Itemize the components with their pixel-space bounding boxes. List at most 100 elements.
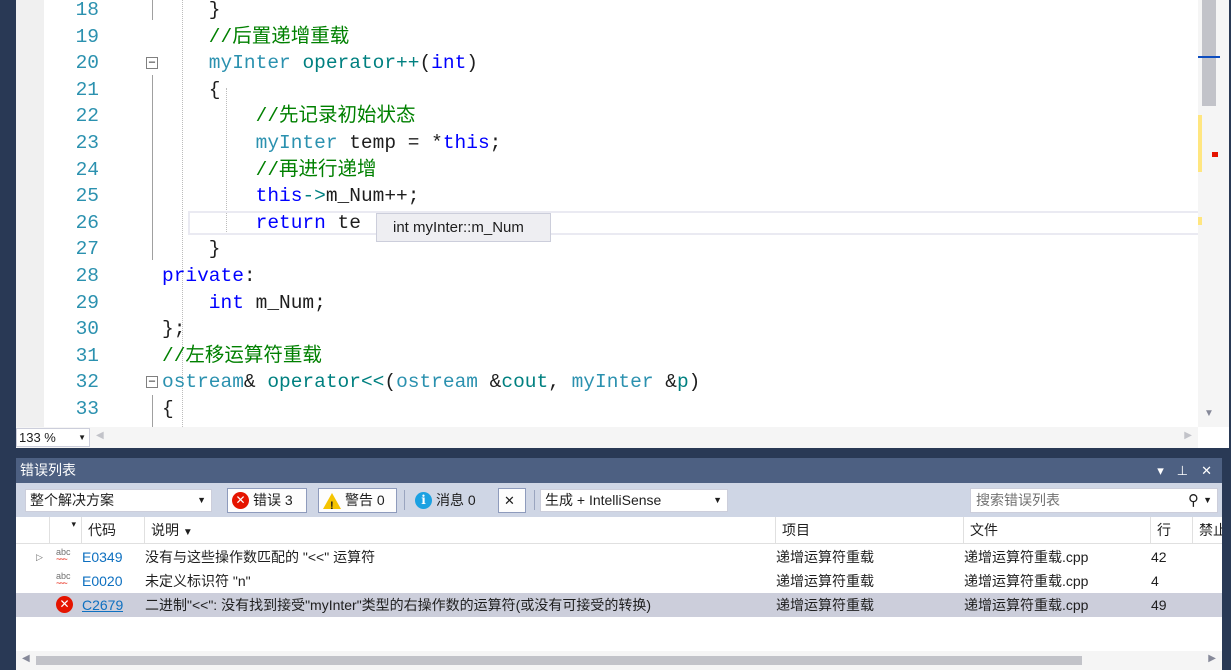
- description-header-label: 说明: [151, 522, 179, 538]
- code-line[interactable]: 26 return te: [44, 210, 1198, 237]
- code-line[interactable]: 32− ostream& operator<<(ostream &cout, my…: [44, 369, 1198, 396]
- pin-icon[interactable]: ⊥: [1177, 458, 1188, 483]
- code-editor[interactable]: 18 } 19 //后置递增重载 20− myInter operator++(in…: [16, 0, 1229, 448]
- scroll-thumb[interactable]: [36, 656, 1082, 665]
- intellisense-error-icon: abc: [56, 572, 71, 589]
- expand-icon[interactable]: ▷: [36, 545, 43, 569]
- change-marker: [1198, 115, 1202, 172]
- editor-bottom-bar: 133 % ▼ ◀ ▶: [16, 427, 1198, 448]
- code-token: myInter: [571, 371, 654, 394]
- errors-toggle-button[interactable]: ✕ 错误 3: [227, 488, 307, 513]
- code-area[interactable]: 18 } 19 //后置递增重载 20− myInter operator++(in…: [44, 0, 1198, 427]
- code-token: &: [653, 371, 677, 394]
- scroll-right-arrow-icon[interactable]: ▶: [1184, 430, 1192, 441]
- code-line[interactable]: 28 private:: [44, 263, 1198, 290]
- description-column-header[interactable]: 说明 ▼: [145, 517, 776, 544]
- code-token: &: [243, 371, 268, 394]
- search-error-list-input[interactable]: 搜索错误列表 ⚲ ▼: [970, 488, 1218, 513]
- code-line[interactable]: 33 {: [44, 396, 1198, 423]
- code-text: return te: [162, 210, 361, 237]
- chevron-down-icon: ▼: [78, 433, 86, 442]
- line-number: 29: [75, 291, 99, 314]
- code-text: {: [162, 77, 221, 104]
- error-description: 未定义标识符 "n": [145, 573, 251, 589]
- code-column-header[interactable]: 代码: [82, 517, 145, 544]
- line-number: 25: [75, 185, 99, 208]
- project-column-header[interactable]: 项目: [776, 517, 964, 544]
- scroll-left-arrow-icon[interactable]: ◀: [22, 653, 30, 664]
- scroll-right-arrow-icon[interactable]: ▶: [1208, 653, 1216, 664]
- scroll-down-arrow-icon[interactable]: ▼: [1204, 408, 1214, 419]
- line-number: 22: [75, 105, 99, 128]
- scroll-left-arrow-icon[interactable]: ◀: [96, 430, 104, 441]
- code-line[interactable]: 27 }: [44, 236, 1198, 263]
- scroll-thumb[interactable]: [1202, 0, 1216, 106]
- quick-info-tooltip: int myInter::m_Num: [376, 213, 551, 242]
- horizontal-scrollbar[interactable]: ◀ ▶: [16, 651, 1222, 670]
- code-token: //左移运算符重载: [162, 344, 322, 367]
- code-line[interactable]: 20 − myInter operator++(int): [44, 50, 1198, 77]
- code-token: //先记录初始状态: [162, 105, 416, 128]
- error-project: 递增运算符重载: [776, 597, 874, 613]
- code-line[interactable]: 22 //先记录初始状态: [44, 103, 1198, 130]
- code-line[interactable]: 29 int m_Num;: [44, 290, 1198, 317]
- suppress-column-header[interactable]: 禁止: [1193, 517, 1222, 544]
- messages-count: 消息 0: [436, 492, 476, 508]
- file-column-header[interactable]: 文件: [964, 517, 1151, 544]
- window-position-icon[interactable]: ▾: [1157, 458, 1164, 483]
- code-line[interactable]: 25 this->m_Num++;: [44, 183, 1198, 210]
- line-number: 30: [75, 318, 99, 341]
- code-token: te: [325, 211, 361, 234]
- code-line[interactable]: 19 //后置递增重载: [44, 24, 1198, 51]
- editor-margin: [16, 0, 44, 427]
- code-text: int m_Num;: [162, 290, 326, 317]
- warnings-toggle-button[interactable]: 警告 0: [318, 488, 397, 518]
- line-number: 23: [75, 132, 99, 154]
- code-text: }: [162, 236, 221, 263]
- table-row[interactable]: ▷ abc E0349 没有与这些操作数匹配的 "<<" 运算符 递增运算符重载…: [16, 545, 1222, 569]
- error-line: 42: [1151, 549, 1167, 565]
- error-file: 递增运算符重载.cpp: [964, 573, 1089, 589]
- code-text: //后置递增重载: [162, 24, 349, 51]
- line-number: 31: [75, 344, 99, 367]
- category-column-header[interactable]: [16, 517, 50, 544]
- error-code-link[interactable]: C2679: [82, 593, 123, 617]
- chevron-down-icon: ▼: [197, 495, 206, 505]
- table-row-selected[interactable]: ✕ C2679 二进制"<<": 没有找到接受"myInter"类型的右操作数的…: [16, 593, 1222, 617]
- code-token: }: [162, 0, 221, 21]
- code-token: temp = *: [337, 132, 443, 154]
- line-number: 27: [75, 238, 99, 261]
- code-token: };: [162, 318, 186, 341]
- build-filter-dropdown[interactable]: 生成 + IntelliSense ▼: [540, 489, 728, 512]
- vertical-scrollbar[interactable]: ▼: [1198, 0, 1229, 427]
- code-line[interactable]: 24 //再进行递增: [44, 157, 1198, 184]
- code-line[interactable]: 31 //左移运算符重载: [44, 343, 1198, 370]
- error-description: 二进制"<<": 没有找到接受"myInter"类型的右操作数的运算符(或没有可…: [145, 597, 652, 613]
- error-project: 递增运算符重载: [776, 573, 874, 589]
- code-token: {: [162, 398, 174, 420]
- code-text: myInter operator++(int): [162, 50, 478, 77]
- error-code-link[interactable]: E0349: [82, 545, 122, 569]
- code-line[interactable]: 21 {: [44, 77, 1198, 104]
- code-line[interactable]: 30};: [44, 316, 1198, 343]
- error-code-link[interactable]: E0020: [82, 569, 122, 593]
- error-file: 递增运算符重载.cpp: [964, 597, 1089, 613]
- code-text: myInter temp = *this;: [162, 130, 502, 157]
- error-line: 4: [1151, 573, 1159, 589]
- line-column-header[interactable]: 行: [1151, 517, 1193, 544]
- sort-column-header[interactable]: ▾: [50, 517, 82, 544]
- code-line[interactable]: 23 myInter temp = *this;: [44, 130, 1198, 157]
- code-token: int: [162, 291, 244, 314]
- collapse-icon[interactable]: −: [146, 56, 158, 70]
- scope-filter-dropdown[interactable]: 整个解决方案 ▼: [25, 489, 212, 512]
- zoom-dropdown[interactable]: 133 % ▼: [16, 428, 90, 447]
- filter-button[interactable]: ✕: [498, 488, 526, 513]
- code-text: //左移运算符重载: [162, 343, 322, 370]
- collapse-icon[interactable]: −: [146, 375, 158, 389]
- table-row[interactable]: abc E0020 未定义标识符 "n" 递增运算符重载 递增运算符重载.cpp…: [16, 569, 1222, 593]
- code-line[interactable]: 18 }: [44, 0, 1198, 24]
- close-icon[interactable]: ✕: [1201, 458, 1212, 483]
- error-icon: ✕: [232, 492, 249, 509]
- messages-toggle-button[interactable]: i 消息 0: [410, 488, 490, 513]
- search-placeholder: 搜索错误列表: [976, 492, 1060, 508]
